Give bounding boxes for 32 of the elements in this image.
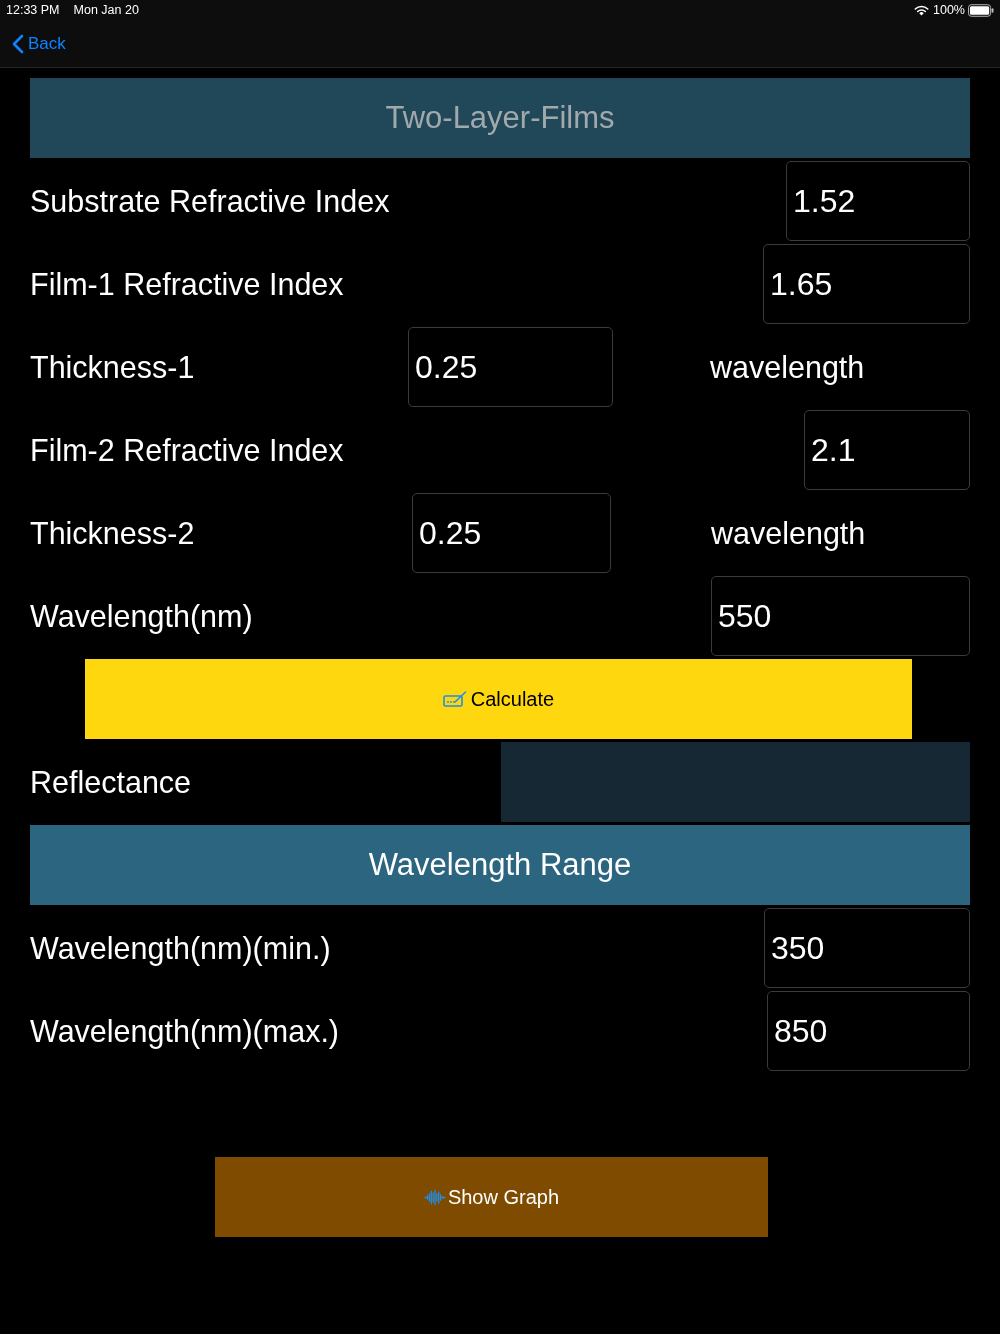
input-field[interactable]: 350 — [764, 908, 970, 988]
show-graph-button[interactable]: Show Graph — [215, 1157, 768, 1237]
input-field[interactable]: 550 — [711, 576, 970, 656]
status-time: 12:33 PM — [6, 3, 60, 17]
input-field[interactable]: 1.52 — [786, 161, 970, 241]
chevron-left-icon — [12, 33, 24, 54]
field-label: Wavelength(nm)(min.) — [30, 930, 331, 966]
unit-label: wavelength — [710, 349, 865, 385]
field-label: Film-1 Refractive Index — [30, 266, 344, 302]
unit-label: wavelength — [711, 515, 866, 551]
input-field[interactable]: 0.25 — [408, 327, 613, 407]
field-label: Wavelength(nm)(max.) — [30, 1013, 340, 1049]
section-title: Wavelength Range — [30, 825, 970, 905]
field-label: Thickness-1 — [30, 349, 196, 385]
wifi-icon — [914, 4, 929, 16]
battery-icon — [968, 3, 994, 17]
field-label: Substrate Refractive Index — [30, 183, 390, 219]
section-title: Two-Layer-Films — [30, 78, 970, 158]
waveform-icon — [423, 1188, 446, 1206]
keyboard-pen-icon — [442, 691, 467, 707]
battery-percent: 100% — [933, 3, 965, 17]
input-field[interactable]: 2.1 — [804, 410, 970, 490]
calculate-button[interactable]: Calculate — [85, 659, 912, 739]
field-label: Film-2 Refractive Index — [30, 432, 344, 468]
input-field[interactable]: 0.25 — [412, 493, 611, 573]
status-date: Mon Jan 20 — [73, 3, 139, 17]
field-label: Thickness-2 — [30, 515, 196, 551]
input-field[interactable]: 1.65 — [763, 244, 970, 324]
result-label: Reflectance — [30, 764, 192, 800]
back-button[interactable]: Back — [12, 33, 66, 54]
field-label: Wavelength(nm) — [30, 598, 253, 634]
input-field[interactable]: 850 — [767, 991, 970, 1071]
